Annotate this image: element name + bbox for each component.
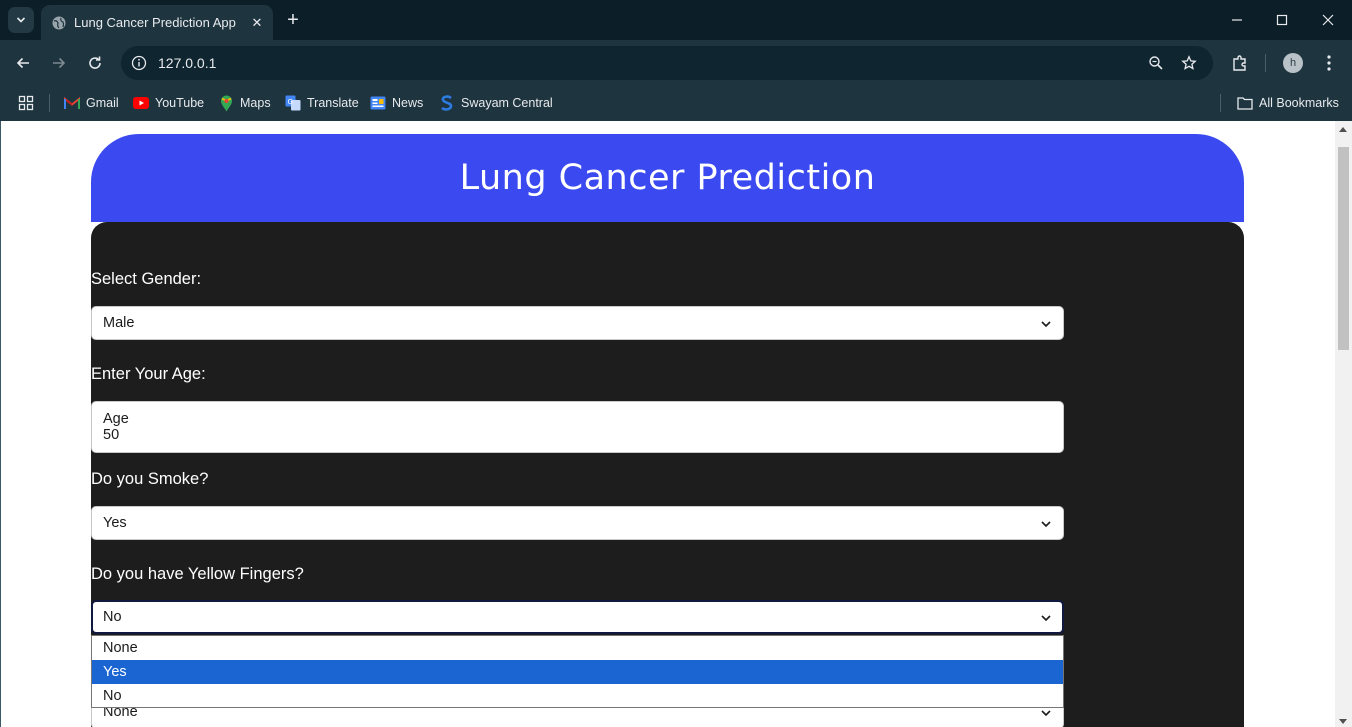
yellow-fingers-select[interactable]: No bbox=[91, 600, 1064, 634]
chevron-down-icon bbox=[1041, 613, 1051, 623]
close-tab-icon[interactable]: ✕ bbox=[247, 13, 267, 33]
all-bookmarks-label: All Bookmarks bbox=[1259, 96, 1339, 110]
minimize-button[interactable] bbox=[1214, 0, 1260, 40]
menu-kebab-icon[interactable] bbox=[1317, 51, 1341, 75]
dropdown-option-yes[interactable]: Yes bbox=[92, 660, 1063, 684]
page-viewport: Lung Cancer Prediction Select Gender: Ma… bbox=[0, 121, 1352, 727]
apps-grid-icon bbox=[18, 95, 34, 111]
bookmarks-bar: Gmail YouTube Maps G Translate News Sway… bbox=[0, 85, 1352, 121]
gender-select[interactable]: Male bbox=[91, 306, 1064, 340]
chevron-down-icon bbox=[1041, 519, 1051, 529]
bookmarks-divider bbox=[1220, 94, 1221, 112]
age-input-placeholder: Age bbox=[103, 411, 129, 427]
chevron-down-icon bbox=[16, 17, 26, 23]
chevron-down-icon bbox=[1041, 319, 1051, 329]
toolbar-divider bbox=[1265, 54, 1266, 72]
tab-title: Lung Cancer Prediction App bbox=[74, 15, 236, 30]
smoke-label: Do you Smoke? bbox=[91, 470, 209, 488]
bookmark-label: Maps bbox=[240, 96, 271, 110]
youtube-icon bbox=[133, 95, 149, 111]
address-bar[interactable]: 127.0.0.1 bbox=[121, 46, 1213, 80]
scroll-down-arrow-icon[interactable] bbox=[1339, 719, 1347, 724]
page-scrollbar[interactable] bbox=[1335, 121, 1352, 727]
folder-icon bbox=[1237, 95, 1253, 111]
forward-button[interactable] bbox=[45, 49, 73, 77]
browser-tab-active[interactable]: Lung Cancer Prediction App ✕ bbox=[41, 5, 273, 40]
page-title: Lung Cancer Prediction bbox=[459, 158, 876, 198]
news-icon bbox=[370, 95, 386, 111]
bookmark-youtube[interactable]: YouTube bbox=[133, 92, 204, 114]
reload-button[interactable] bbox=[81, 49, 109, 77]
browser-titlebar: Lung Cancer Prediction App ✕ + bbox=[0, 0, 1352, 40]
site-info-icon[interactable] bbox=[129, 53, 149, 73]
new-tab-button[interactable]: + bbox=[282, 9, 304, 31]
dropdown-option-no[interactable]: No bbox=[92, 684, 1063, 708]
bookmark-label: YouTube bbox=[155, 96, 205, 110]
maximize-button[interactable] bbox=[1259, 0, 1305, 40]
gender-select-value: Male bbox=[103, 315, 135, 331]
reload-icon bbox=[89, 56, 101, 69]
apps-button[interactable] bbox=[18, 92, 40, 114]
bookmark-swayam[interactable]: Swayam Central bbox=[439, 92, 553, 114]
bookmark-label: Swayam Central bbox=[461, 96, 553, 110]
svg-text:G: G bbox=[288, 98, 293, 106]
bookmark-news[interactable]: News bbox=[370, 92, 423, 114]
page-header: Lung Cancer Prediction bbox=[91, 134, 1244, 222]
bookmark-label: Gmail bbox=[86, 96, 119, 110]
zoom-icon[interactable] bbox=[1146, 53, 1166, 73]
minimize-icon bbox=[1232, 19, 1242, 21]
tab-search-button[interactable] bbox=[8, 7, 34, 33]
maps-icon bbox=[218, 95, 234, 111]
extensions-icon[interactable] bbox=[1228, 51, 1252, 75]
yellow-fingers-label: Do you have Yellow Fingers? bbox=[91, 565, 304, 583]
bookmark-gmail[interactable]: Gmail bbox=[64, 92, 119, 114]
bookmark-label: News bbox=[392, 96, 424, 110]
age-label: Enter Your Age: bbox=[91, 365, 206, 383]
all-bookmarks-button[interactable]: All Bookmarks bbox=[1237, 92, 1339, 114]
gmail-icon bbox=[64, 95, 80, 111]
star-icon[interactable] bbox=[1179, 53, 1199, 73]
arrow-left-icon bbox=[16, 57, 29, 69]
age-input[interactable]: Age 50 bbox=[91, 401, 1064, 453]
dropdown-option-none[interactable]: None bbox=[92, 636, 1063, 660]
close-window-button[interactable] bbox=[1305, 0, 1351, 40]
profile-avatar[interactable]: h bbox=[1283, 53, 1303, 73]
scrollbar-thumb[interactable] bbox=[1338, 147, 1349, 350]
yellow-fingers-select-value: No bbox=[103, 609, 122, 625]
bookmark-maps[interactable]: Maps bbox=[218, 92, 271, 114]
arrow-right-icon bbox=[53, 57, 66, 69]
close-icon bbox=[1322, 14, 1334, 26]
smoke-select-value: Yes bbox=[103, 515, 127, 531]
browser-toolbar: 127.0.0.1 h bbox=[0, 40, 1352, 85]
gender-label: Select Gender: bbox=[91, 270, 202, 288]
maximize-icon bbox=[1276, 14, 1288, 26]
swayam-icon bbox=[439, 95, 455, 111]
url-text: 127.0.0.1 bbox=[158, 55, 217, 71]
scroll-up-arrow-icon[interactable] bbox=[1339, 127, 1347, 132]
bookmark-label: Translate bbox=[307, 96, 359, 110]
age-input-value: 50 bbox=[103, 427, 120, 443]
translate-icon: G bbox=[285, 95, 301, 111]
globe-icon bbox=[51, 15, 67, 31]
back-button[interactable] bbox=[9, 49, 37, 77]
yellow-fingers-dropdown-list: None Yes No bbox=[91, 635, 1064, 708]
bookmark-translate[interactable]: G Translate bbox=[285, 92, 359, 114]
chevron-down-icon bbox=[1041, 708, 1051, 718]
bookmarks-divider bbox=[49, 94, 50, 112]
smoke-select[interactable]: Yes bbox=[91, 506, 1064, 540]
